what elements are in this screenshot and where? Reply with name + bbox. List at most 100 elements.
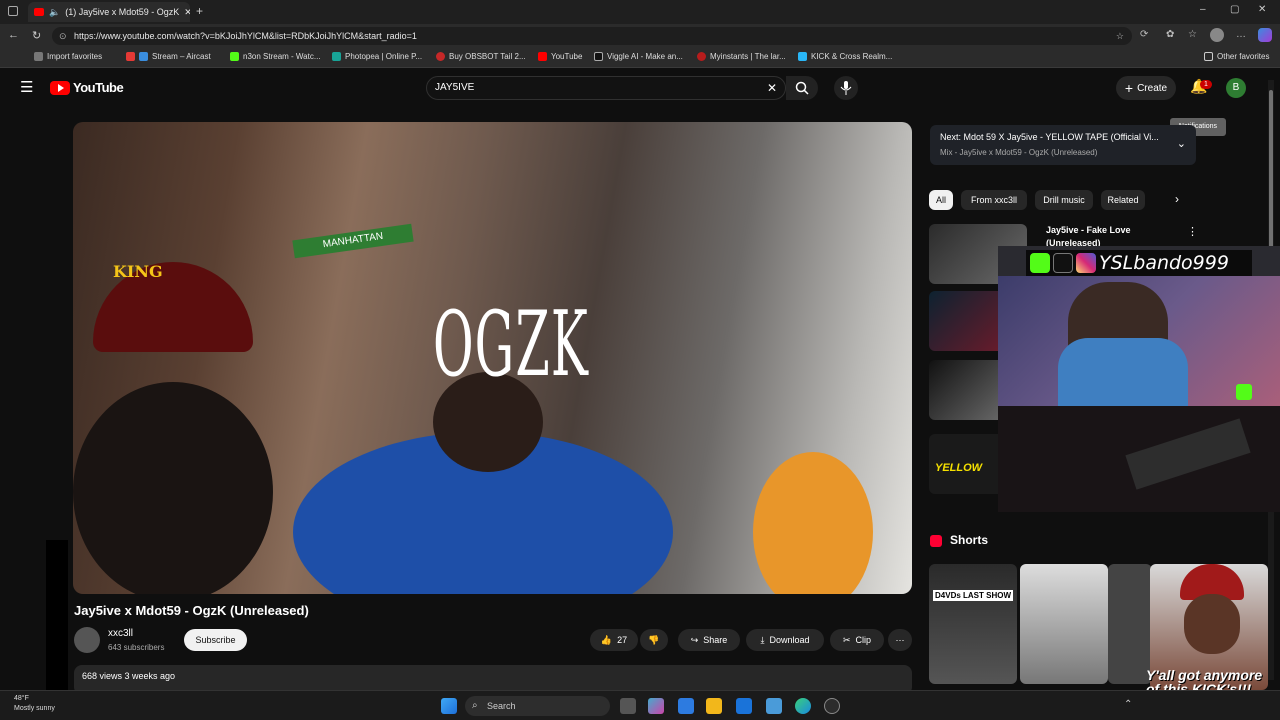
youtube-logo-text: YouTube bbox=[73, 80, 124, 95]
bookmark-label: Import favorites bbox=[47, 52, 103, 61]
account-avatar[interactable]: B bbox=[1226, 78, 1246, 98]
chip-related[interactable]: Related bbox=[1101, 190, 1145, 210]
voice-search-button[interactable] bbox=[834, 76, 858, 100]
bookmark-import[interactable]: Import favorites bbox=[34, 52, 102, 61]
views-and-date: 668 views 3 weeks ago bbox=[82, 671, 176, 681]
download-label: Download bbox=[769, 635, 810, 645]
close-window-icon[interactable]: ✕ bbox=[1258, 4, 1266, 15]
bookmark-myinstants[interactable]: Myinstants | The lar... bbox=[697, 52, 786, 61]
youtube-icon bbox=[538, 52, 547, 61]
bookmark-label: Buy OBSBOT Tail 2... bbox=[449, 52, 526, 61]
video-title: Jay5ive x Mdot59 - OgzK (Unreleased) bbox=[74, 603, 309, 618]
system-tray-chevron-icon[interactable]: ⌃ bbox=[1124, 699, 1132, 710]
bookmark-obsbot[interactable]: Buy OBSBOT Tail 2... bbox=[436, 52, 526, 61]
youtube-play-logo-icon bbox=[50, 80, 70, 95]
kick-logo-icon bbox=[1236, 384, 1252, 400]
clip-button[interactable]: ✂ Clip bbox=[830, 629, 884, 651]
short-thumbnail-3[interactable] bbox=[1108, 564, 1152, 684]
back-icon[interactable]: ← bbox=[8, 29, 19, 41]
chip-drill-music[interactable]: Drill music bbox=[1035, 190, 1093, 210]
like-count: 27 bbox=[617, 635, 628, 645]
extension-icon[interactable]: ✿ bbox=[1166, 29, 1174, 40]
maximize-icon[interactable]: ▢ bbox=[1230, 4, 1239, 15]
copilot-icon[interactable] bbox=[1258, 28, 1272, 42]
channel-name[interactable]: xxc3ll bbox=[108, 628, 133, 639]
streamer-webcam-overlay bbox=[998, 246, 1280, 512]
bookmark-n3on[interactable]: n3on Stream - Watc... bbox=[230, 52, 321, 61]
obs-icon[interactable] bbox=[824, 698, 840, 714]
video-player[interactable]: KING MANHATTAN OGZK bbox=[73, 122, 912, 594]
close-tab-icon[interactable]: ✕ bbox=[184, 7, 190, 18]
photopea-icon bbox=[332, 52, 341, 61]
browser-tab[interactable]: 🔈 (1) Jay5ive x Mdot59 - OgzK ✕ bbox=[28, 2, 190, 22]
favorites-icon[interactable]: ☆ bbox=[1188, 29, 1197, 40]
short-caption-1: D4VDs LAST SHOW bbox=[933, 590, 1014, 601]
viggle-icon bbox=[594, 52, 603, 61]
folder-icon bbox=[1204, 52, 1213, 61]
photos-icon[interactable] bbox=[766, 698, 782, 714]
favorite-star-icon[interactable]: ☆ bbox=[1116, 27, 1124, 45]
short-thumbnail-1[interactable]: D4VDs LAST SHOW bbox=[929, 564, 1017, 684]
new-tab-icon[interactable]: + bbox=[196, 4, 203, 18]
yellow-thumb-text: YELLOW bbox=[935, 462, 983, 474]
chip-from-channel[interactable]: From xxc3ll bbox=[961, 190, 1027, 210]
short-thumbnail-2[interactable] bbox=[1020, 564, 1108, 684]
bookmark-youtube[interactable]: YouTube bbox=[538, 52, 582, 61]
menu-dots-icon[interactable]: … bbox=[1236, 29, 1246, 40]
task-view-icon[interactable] bbox=[620, 698, 636, 714]
site-info-icon[interactable]: ⊙ bbox=[59, 27, 67, 45]
edge-icon[interactable] bbox=[795, 698, 811, 714]
channel-avatar[interactable] bbox=[74, 627, 100, 653]
instagram-icon bbox=[1076, 253, 1096, 273]
bookmark-viggle[interactable]: Viggle AI - Make an... bbox=[594, 52, 683, 61]
up-next-panel[interactable]: Next: Mdot 59 X Jay5ive - YELLOW TAPE (O… bbox=[930, 125, 1196, 165]
youtube-logo[interactable]: YouTube bbox=[50, 80, 124, 95]
chevron-down-icon[interactable]: ⌄ bbox=[1177, 137, 1186, 150]
search-button[interactable] bbox=[786, 76, 818, 100]
share-icon: ↪ bbox=[690, 634, 699, 645]
clear-search-icon[interactable]: ✕ bbox=[767, 77, 777, 99]
youtube-header: ☰ YouTube JAY5IVE ✕ + Create 🔔 1 B bbox=[0, 68, 1280, 108]
subscribe-button[interactable]: Subscribe bbox=[184, 629, 247, 651]
bookmarks-bar: Import favorites Stream – Aircast n3on S… bbox=[0, 48, 1280, 68]
taskbar-search[interactable]: ⌕ Search bbox=[465, 696, 610, 716]
bookmark-photopea[interactable]: Photopea | Online P... bbox=[332, 52, 422, 61]
share-button[interactable]: ↪ Share bbox=[678, 629, 740, 651]
outlook-icon[interactable] bbox=[736, 698, 752, 714]
myinstants-icon bbox=[697, 52, 706, 61]
file-explorer-icon[interactable] bbox=[706, 698, 722, 714]
like-button[interactable]: 👍 27 bbox=[590, 629, 638, 651]
tiktok-icon bbox=[1053, 253, 1073, 273]
search-input[interactable]: JAY5IVE ✕ bbox=[426, 76, 786, 100]
windows-start-icon[interactable] bbox=[441, 698, 457, 714]
speaker-icon[interactable]: 🔈 bbox=[49, 7, 60, 18]
social-handle-banner: YSLbando999 bbox=[1026, 250, 1252, 276]
minimize-icon[interactable]: – bbox=[1200, 4, 1206, 15]
dislike-button[interactable]: 👎 bbox=[640, 629, 668, 651]
more-actions-button[interactable]: ⋯ bbox=[888, 629, 912, 651]
subscriber-count: 643 subscribers bbox=[108, 643, 165, 652]
url-input[interactable]: ⊙ https://www.youtube.com/watch?v=bKJoiJ… bbox=[52, 27, 1132, 45]
more-vert-icon[interactable]: ⋮ bbox=[1187, 225, 1198, 238]
hamburger-menu-icon[interactable]: ☰ bbox=[20, 78, 33, 96]
bookmark-label: n3on Stream - Watc... bbox=[243, 52, 321, 61]
tab-title: (1) Jay5ive x Mdot59 - OgzK bbox=[65, 7, 180, 17]
notification-count-badge: 1 bbox=[1200, 80, 1212, 89]
bookmark-stream-aircast[interactable]: Stream – Aircast bbox=[126, 52, 211, 61]
download-button[interactable]: ⤓ Download bbox=[746, 629, 824, 651]
tab-actions-icon[interactable] bbox=[8, 6, 18, 16]
extensions-icon[interactable]: ⟳ bbox=[1140, 29, 1148, 40]
scissors-icon: ✂ bbox=[842, 634, 851, 645]
bookmark-other-favorites[interactable]: Other favorites bbox=[1204, 52, 1269, 61]
refresh-icon[interactable]: ↻ bbox=[32, 29, 41, 42]
create-button[interactable]: + Create bbox=[1116, 76, 1176, 100]
bookmark-label: Other favorites bbox=[1217, 52, 1270, 61]
store-icon[interactable] bbox=[678, 698, 694, 714]
weather-widget[interactable]: 48°F Mostly sunny bbox=[14, 694, 55, 714]
profile-icon[interactable] bbox=[1210, 28, 1224, 42]
copilot-taskbar-icon[interactable] bbox=[648, 698, 664, 714]
obsbot-icon bbox=[436, 52, 445, 61]
bookmark-kick-cross[interactable]: KICK & Cross Realm... bbox=[798, 52, 892, 61]
chevron-right-icon[interactable]: › bbox=[1175, 192, 1179, 206]
chip-all[interactable]: All bbox=[929, 190, 953, 210]
